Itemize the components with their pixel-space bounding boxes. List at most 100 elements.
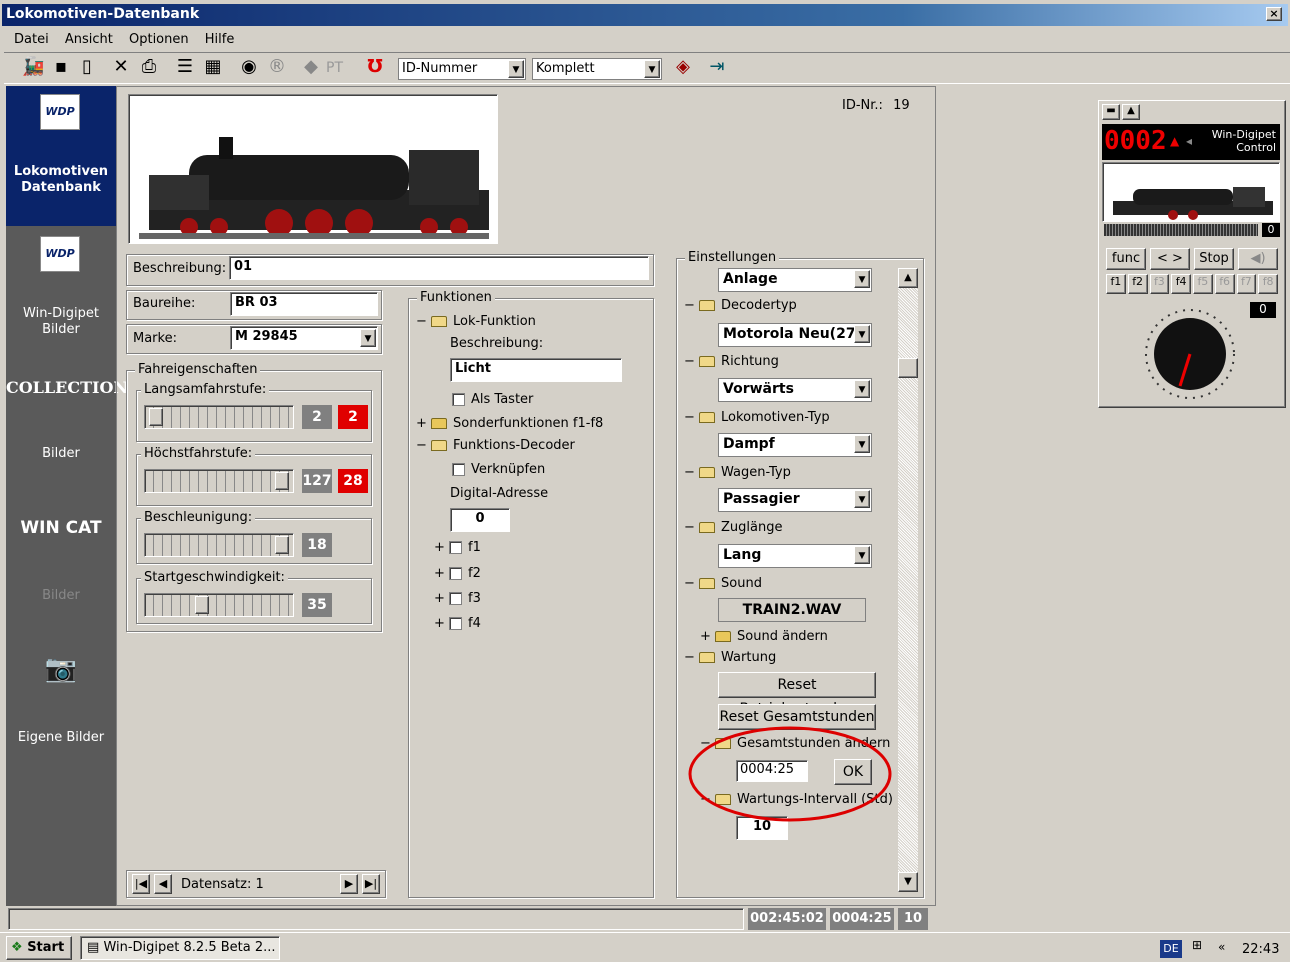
slider-thumb[interactable]: [149, 408, 163, 426]
language-indicator[interactable]: DE: [1160, 940, 1182, 958]
sidebar-item-collection-bilder[interactable]: Bilder: [6, 446, 116, 461]
tree-sound[interactable]: − Sound: [684, 576, 762, 591]
fkey-f7[interactable]: f7: [1236, 274, 1257, 294]
start-slider[interactable]: [144, 593, 294, 617]
tree-richtung[interactable]: − Richtung: [684, 354, 779, 369]
fkey-f1[interactable]: f1: [1106, 274, 1126, 294]
sort-field-select[interactable]: ID-Nummer ▼: [398, 58, 526, 80]
table-icon[interactable]: ▦: [202, 56, 224, 78]
tree-f3[interactable]: + f3: [434, 591, 481, 606]
register-icon[interactable]: ®: [266, 56, 288, 78]
speed-knob[interactable]: [1140, 306, 1244, 400]
scroll-thumb[interactable]: [898, 358, 918, 378]
menu-hilfe[interactable]: Hilfe: [205, 32, 235, 47]
window-title: Lokomotiven-Datenbank: [6, 6, 200, 22]
chevron-down-icon: ▼: [854, 435, 870, 453]
stop-button[interactable]: Stop: [1194, 248, 1234, 270]
richtung-select[interactable]: Vorwärts ▼: [718, 378, 872, 402]
digital-adresse-label: Digital-Adresse: [450, 486, 549, 501]
hoechst-step: 28: [338, 469, 368, 493]
filter-select[interactable]: Komplett ▼: [532, 58, 662, 80]
fkey-f6[interactable]: f6: [1214, 274, 1235, 294]
slider-thumb[interactable]: [195, 596, 209, 614]
tree-f4[interactable]: + f4: [434, 616, 481, 631]
magnet-icon[interactable]: Ʊ: [364, 56, 386, 78]
slider-thumb[interactable]: [275, 536, 289, 554]
digital-adresse-field[interactable]: 0: [450, 508, 510, 532]
lok-typ-select[interactable]: Dampf ▼: [718, 433, 872, 457]
scroll-up-button[interactable]: ▲: [1122, 104, 1140, 120]
tree-wartung[interactable]: − Wartung: [684, 650, 776, 665]
exit-icon[interactable]: ⇥: [706, 56, 728, 78]
folder-open-icon: [699, 467, 716, 478]
book-icon[interactable]: ◈: [672, 56, 694, 78]
decodertyp-select[interactable]: Motorola Neu(27) ▼: [718, 323, 872, 347]
tree-zuglaenge[interactable]: − Zuglänge: [684, 520, 783, 535]
anlage-select[interactable]: Anlage ▼: [718, 268, 872, 292]
start-button[interactable]: ❖ Start: [6, 936, 72, 960]
first-record-button[interactable]: |◀: [132, 874, 150, 894]
menu-optionen[interactable]: Optionen: [129, 32, 189, 47]
close-button[interactable]: ×: [1266, 7, 1282, 21]
tree-funktions-decoder[interactable]: − Funktions-Decoder: [416, 438, 575, 453]
pt-label[interactable]: PT: [326, 60, 343, 76]
zuglaenge-select[interactable]: Lang ▼: [718, 544, 872, 568]
direction-button[interactable]: < >: [1150, 248, 1190, 270]
langsam-slider[interactable]: [144, 405, 294, 429]
taskbar-app-button[interactable]: ▤ Win-Digipet 8.2.5 Beta 2...: [80, 936, 280, 960]
save-icon[interactable]: ▪: [50, 56, 72, 78]
als-taster-checkbox[interactable]: Als Taster: [452, 392, 533, 407]
speaker-icon: ◂: [1186, 134, 1193, 148]
scroll-up-button[interactable]: ▲: [898, 268, 918, 288]
tree-sound-aendern[interactable]: + Sound ändern: [700, 629, 828, 644]
camera-icon[interactable]: ◉: [238, 56, 260, 78]
sidebar-item-eigene-bilder[interactable]: Eigene Bilder: [6, 730, 116, 745]
scroll-down-button[interactable]: ▼: [898, 872, 918, 892]
sound-icon[interactable]: ◀): [1238, 248, 1278, 270]
sidebar-item-wincat-bilder[interactable]: Bilder: [6, 588, 116, 603]
fkey-f5[interactable]: f5: [1193, 274, 1213, 294]
tree-lok-typ[interactable]: − Lokomotiven-Typ: [684, 410, 830, 425]
fkey-f2[interactable]: f2: [1127, 274, 1148, 294]
hoechst-slider[interactable]: [144, 469, 294, 493]
id-value: 19: [893, 98, 910, 113]
slider-thumb[interactable]: [275, 472, 289, 490]
next-record-button[interactable]: ▶: [340, 874, 358, 894]
beschreibung-field[interactable]: 01: [229, 256, 649, 280]
verknuepfen-checkbox[interactable]: Verknüpfen: [452, 462, 545, 477]
sidebar-item-wdp-bilder[interactable]: Win-Digipet Bilder: [6, 306, 116, 338]
func-button[interactable]: func: [1106, 248, 1146, 270]
tray-expand-icon[interactable]: «: [1218, 940, 1225, 954]
tree-lok-funktion[interactable]: − Lok-Funktion: [416, 314, 536, 329]
highlight-circle: [688, 726, 892, 822]
prev-record-button[interactable]: ◀: [154, 874, 172, 894]
loco-thumbnail: [1102, 162, 1280, 222]
tree-f2[interactable]: + f2: [434, 566, 481, 581]
menu-datei[interactable]: Datei: [14, 32, 49, 47]
tree-f1[interactable]: + f1: [434, 540, 481, 555]
baureihe-field[interactable]: BR 03: [230, 292, 378, 316]
network-icon[interactable]: ⊞: [1192, 938, 1202, 952]
delete-icon[interactable]: ✕: [110, 56, 132, 78]
minimize-button[interactable]: ▬: [1102, 104, 1120, 120]
speed-step-value: 0: [1250, 302, 1276, 318]
last-record-button[interactable]: ▶|: [362, 874, 380, 894]
reset-betriebsstunden-button[interactable]: Reset Betriebsstunden: [718, 672, 876, 717]
new-document-icon[interactable]: ▯: [76, 56, 98, 78]
tree-decodertyp[interactable]: − Decodertyp: [684, 298, 797, 313]
funktion-beschreibung-field[interactable]: Licht: [450, 358, 622, 382]
marke-select[interactable]: M 29845 ▼: [230, 326, 378, 350]
wagen-typ-select[interactable]: Passagier ▼: [718, 488, 872, 512]
beschl-slider[interactable]: [144, 533, 294, 557]
list-icon[interactable]: ☰: [174, 56, 196, 78]
locomotive-icon[interactable]: 🚂: [22, 56, 44, 78]
fkey-f4[interactable]: f4: [1171, 274, 1191, 294]
tag-icon[interactable]: ◆: [300, 56, 322, 78]
fkey-f3[interactable]: f3: [1149, 274, 1170, 294]
tree-wagen-typ[interactable]: − Wagen-Typ: [684, 465, 791, 480]
print-icon[interactable]: ⎙: [138, 56, 160, 78]
menu-ansicht[interactable]: Ansicht: [65, 32, 113, 47]
fkey-f8[interactable]: f8: [1258, 274, 1278, 294]
sidebar-item-lokomotiven[interactable]: Lokomotiven Datenbank: [6, 164, 116, 196]
tree-sonderfunktionen[interactable]: + Sonderfunktionen f1-f8: [416, 416, 603, 431]
